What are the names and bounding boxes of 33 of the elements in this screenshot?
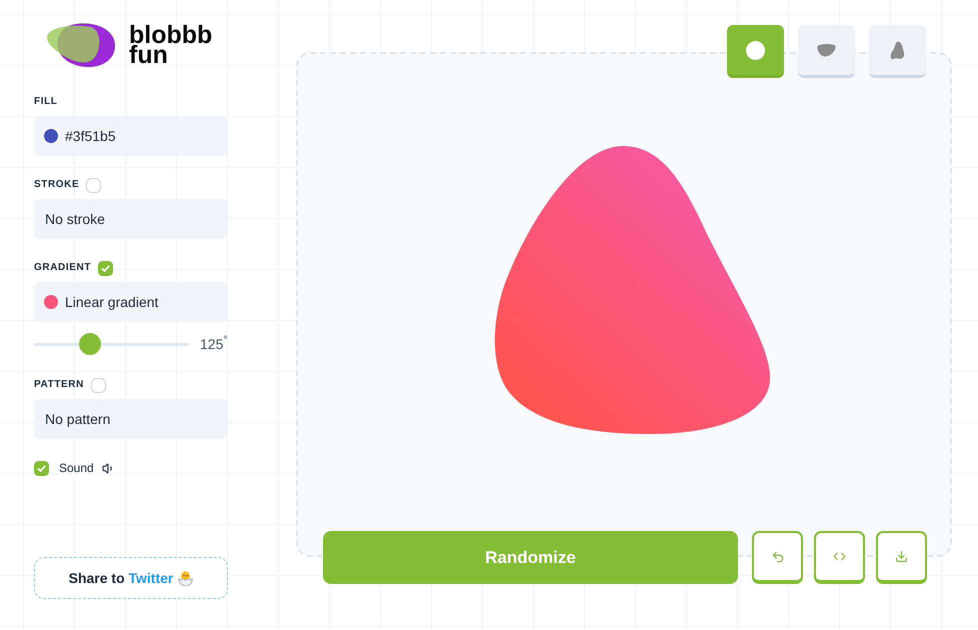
angle-value: 125$^{°}$ [200,334,228,354]
code-button[interactable] [814,531,865,584]
section-label: STROKE [34,179,80,191]
hatching-chick-icon [178,570,194,586]
shape-button[interactable] [798,25,855,78]
blob-icon [890,40,905,60]
select-field[interactable]: No stroke [34,199,228,239]
section-label: GRADIENT [34,262,92,274]
checkbox[interactable] [34,460,49,476]
slider-thumb[interactable] [78,333,101,355]
download-icon [895,550,908,563]
speaker-icon [102,462,115,474]
blob-icon [817,43,836,57]
select-field[interactable]: Linear gradient [34,282,228,322]
section-label: FILL [34,96,58,108]
select-field[interactable]: No pattern [34,399,228,439]
checkbox-label: Sound [59,460,94,477]
checkbox[interactable] [98,260,114,276]
blob-logo-icon [46,22,116,68]
share-button[interactable]: Share to Twitter [34,557,228,599]
select-field[interactable]: #3f51b5 [34,116,228,156]
checkbox[interactable] [86,178,102,192]
shape-button[interactable] [727,25,784,78]
shape-button[interactable] [869,25,926,78]
code-icon [833,550,846,563]
undo-icon [770,550,784,564]
undo-button[interactable] [752,531,803,584]
slider[interactable] [34,333,189,355]
circle-icon [746,40,765,60]
download-button[interactable] [876,531,927,584]
checkbox[interactable] [90,378,106,392]
section-label: PATTERN [34,379,84,391]
logo-text: blobbb fun [129,25,212,65]
